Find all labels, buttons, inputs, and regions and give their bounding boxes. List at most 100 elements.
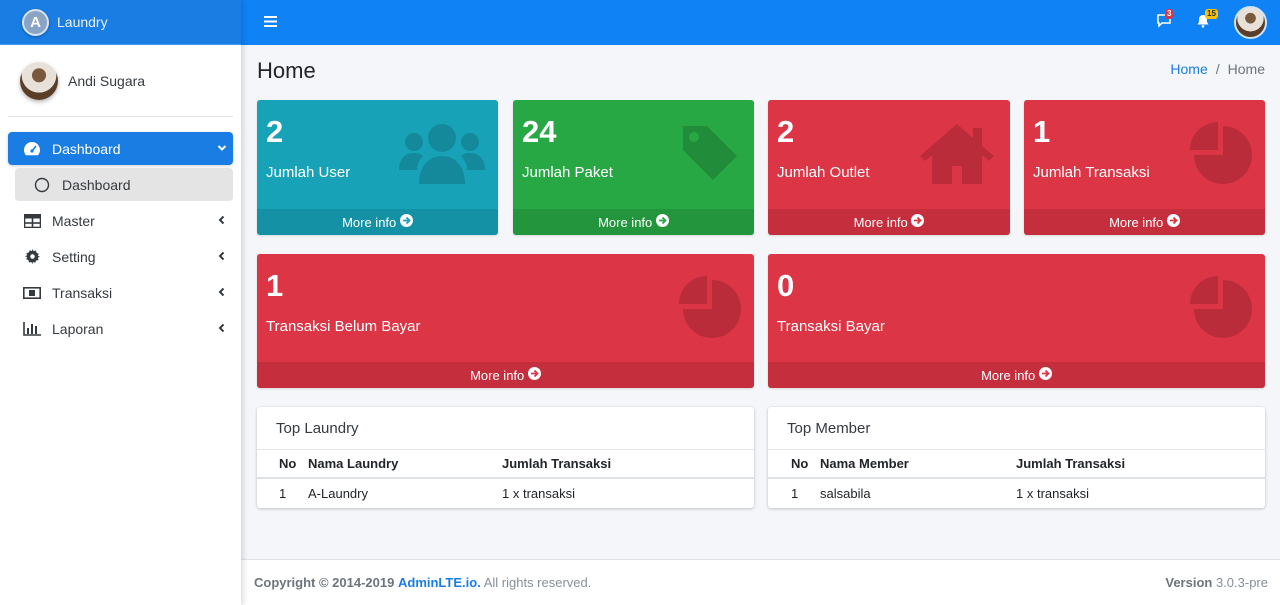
- more-info-label: More info: [853, 214, 908, 230]
- stat-box-jumlah-transaksi: 1 Jumlah Transaksi More info: [1024, 100, 1265, 235]
- arrow-circle-right-icon: [527, 367, 541, 383]
- brand-logo: A: [22, 8, 49, 36]
- chevron-left-icon: [211, 249, 233, 264]
- avatar: [20, 61, 58, 100]
- stat-value: 2: [777, 114, 795, 149]
- arrow-circle-right-icon: [655, 214, 669, 230]
- column-header: Jumlah Transaksi: [502, 456, 612, 471]
- card-title: Top Member: [768, 407, 1265, 450]
- table-icon: [22, 213, 42, 228]
- column-header: Nama Member: [820, 456, 909, 471]
- version-number: 3.0.3-pre: [1215, 575, 1268, 590]
- bell-icon[interactable]: 15: [1196, 9, 1218, 31]
- money-icon: [22, 286, 42, 299]
- pie-chart-icon: [1190, 276, 1252, 343]
- bar-chart-icon: [22, 321, 42, 336]
- card-title: Top Laundry: [257, 407, 754, 450]
- sidebar-item-setting[interactable]: Setting: [8, 240, 233, 273]
- user-avatar-menu[interactable]: [1234, 6, 1267, 39]
- table-cell: 1: [791, 486, 799, 501]
- more-info-link[interactable]: More info: [768, 209, 1010, 235]
- menu-toggle-icon[interactable]: [264, 14, 277, 31]
- sidebar-item-transaksi[interactable]: Transaksi: [8, 276, 233, 309]
- stat-value: 0: [777, 268, 795, 303]
- arrow-circle-right-icon: [911, 214, 925, 230]
- chevron-down-icon: [211, 141, 233, 156]
- sidebar-item-label: Dashboard: [52, 140, 121, 157]
- footer-copyright: Copyright © 2014-2019 AdminLTE.io. All r…: [254, 575, 591, 590]
- table-cell: A-Laundry: [308, 486, 368, 501]
- gear-icon: [22, 249, 42, 264]
- chevron-left-icon: [211, 321, 233, 336]
- chevron-left-icon: [211, 213, 233, 228]
- table-cell: 1 x transaksi: [502, 486, 575, 501]
- stat-value: 2: [266, 114, 284, 149]
- sidebar-item-dashboard-sub[interactable]: Dashboard: [15, 168, 233, 201]
- table-header: No Nama Laundry Jumlah Transaksi: [257, 450, 754, 479]
- table-row: 1 salsabila 1 x transaksi: [768, 479, 1265, 508]
- sidebar-item-dashboard[interactable]: Dashboard: [8, 132, 233, 165]
- top-laundry-card: Top Laundry No Nama Laundry Jumlah Trans…: [257, 407, 754, 508]
- more-info-link[interactable]: More info: [1024, 209, 1265, 235]
- stat-label: Jumlah Paket: [522, 164, 613, 181]
- more-info-label: More info: [342, 214, 397, 230]
- table-row: 1 A-Laundry 1 x transaksi: [257, 479, 754, 508]
- column-header: Nama Laundry: [308, 456, 399, 471]
- stat-value: 1: [266, 268, 284, 303]
- more-info-label: More info: [598, 214, 653, 230]
- sidebar-item-label: Master: [52, 212, 95, 229]
- tag-icon: [679, 122, 741, 189]
- stat-label: Jumlah Transaksi: [1033, 164, 1150, 181]
- pie-chart-icon: [679, 276, 741, 343]
- user-name[interactable]: Andi Sugara: [68, 73, 145, 89]
- stat-value: 1: [1033, 114, 1051, 149]
- users-icon: [399, 122, 485, 189]
- brand-name: Laundry: [57, 14, 108, 30]
- stat-label: Transaksi Belum Bayar: [266, 318, 421, 335]
- stat-label: Transaksi Bayar: [777, 318, 885, 335]
- footer-version: Version 3.0.3-pre: [1165, 575, 1268, 590]
- column-header: No: [791, 456, 809, 471]
- column-header: No: [279, 456, 297, 471]
- stat-box-transaksi-belum-bayar: 1 Transaksi Belum Bayar More info: [257, 254, 754, 388]
- pie-chart-icon: [1190, 122, 1252, 189]
- copyright-text: Copyright © 2014-2019: [254, 575, 395, 590]
- more-info-link[interactable]: More info: [257, 209, 498, 235]
- stat-box-transaksi-bayar: 0 Transaksi Bayar More info: [768, 254, 1265, 388]
- sidebar-nav: Dashboard Dashboard Master Setting Trans…: [0, 117, 241, 345]
- sidebar-item-label: Transaksi: [52, 284, 113, 301]
- sidebar-item-label: Laporan: [52, 320, 104, 337]
- messages-icon[interactable]: 3: [1156, 9, 1174, 31]
- user-panel[interactable]: Andi Sugara: [8, 45, 233, 117]
- sidebar: A Laundry Andi Sugara Dashboard Dashboar…: [0, 0, 241, 605]
- more-info-link[interactable]: More info: [768, 362, 1265, 388]
- sidebar-item-label: Dashboard: [62, 176, 131, 193]
- navbar-right: 3 15: [1156, 6, 1267, 39]
- sidebar-item-master[interactable]: Master: [8, 204, 233, 237]
- breadcrumb-separator: /: [1215, 61, 1220, 77]
- more-info-label: More info: [470, 367, 525, 383]
- version-label: Version: [1165, 575, 1213, 590]
- messages-badge: 3: [1165, 9, 1174, 19]
- column-header: Jumlah Transaksi: [1016, 456, 1126, 471]
- page-title: Home: [257, 58, 316, 83]
- stat-label: Jumlah User: [266, 164, 351, 181]
- breadcrumb-home-link[interactable]: Home: [1170, 61, 1207, 77]
- table-cell: 1: [279, 486, 287, 501]
- stat-box-jumlah-user: 2 Jumlah User More info: [257, 100, 498, 235]
- circle-icon: [32, 177, 52, 193]
- more-info-link[interactable]: More info: [513, 209, 754, 235]
- rights-text: All rights reserved.: [483, 575, 592, 590]
- chevron-left-icon: [211, 285, 233, 300]
- more-info-label: More info: [1109, 214, 1164, 230]
- more-info-link[interactable]: More info: [257, 362, 754, 388]
- brand-link[interactable]: A Laundry: [0, 0, 241, 45]
- sidebar-item-laporan[interactable]: Laporan: [8, 312, 233, 345]
- notifications-badge: 15: [1205, 9, 1218, 19]
- table-cell: salsabila: [820, 486, 871, 501]
- top-member-card: Top Member No Nama Member Jumlah Transak…: [768, 407, 1265, 508]
- adminlte-link[interactable]: AdminLTE.io.: [398, 575, 481, 590]
- stat-box-jumlah-outlet: 2 Jumlah Outlet More info: [768, 100, 1010, 235]
- arrow-circle-right-icon: [399, 214, 413, 230]
- breadcrumb: Home / Home: [1170, 61, 1265, 77]
